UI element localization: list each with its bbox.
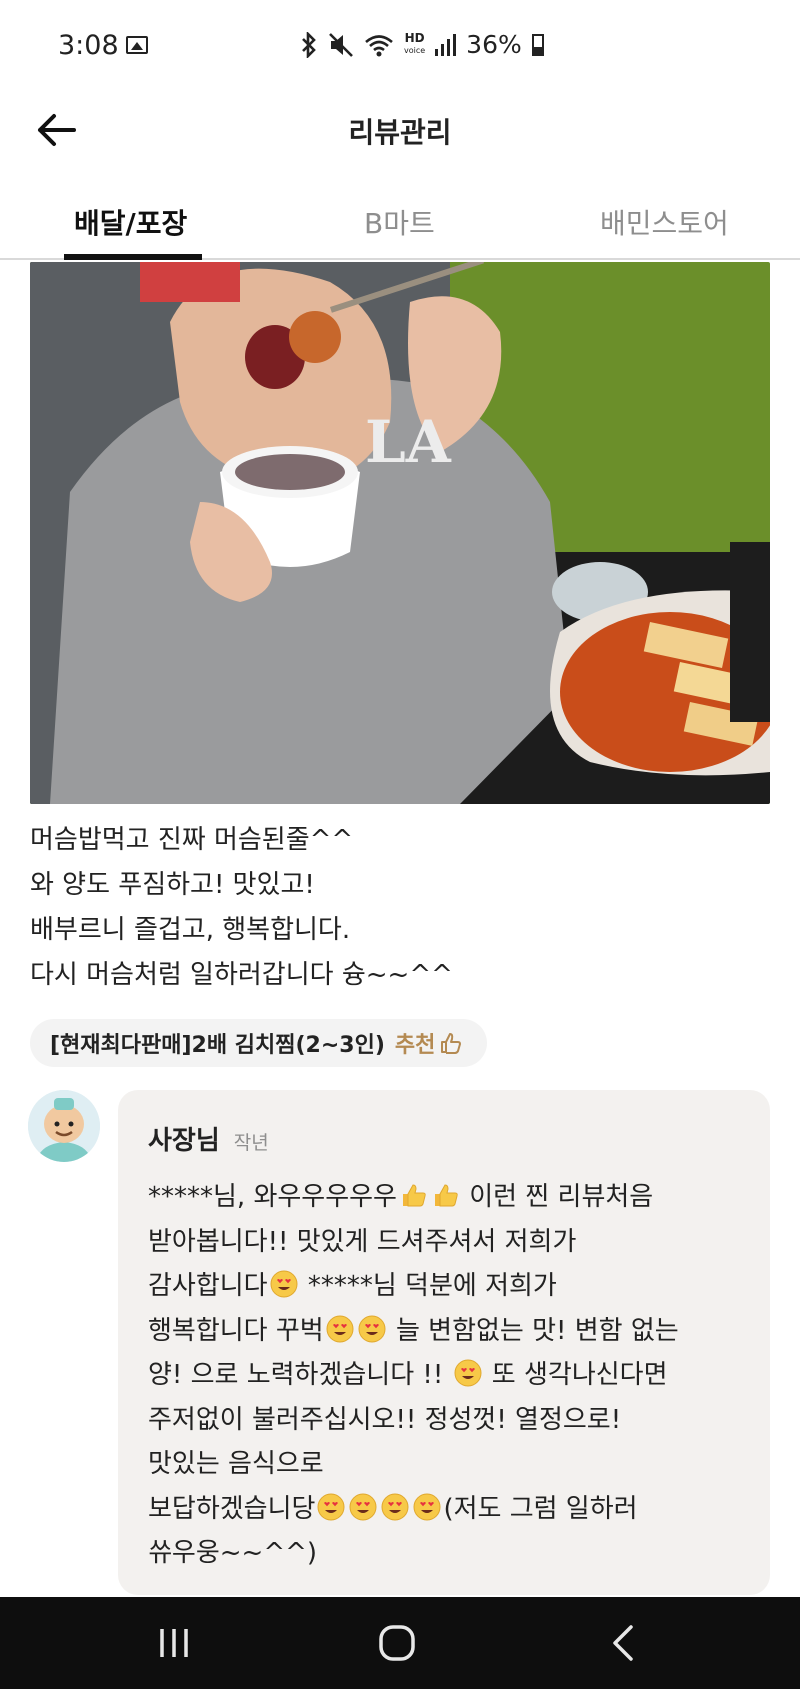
reply-time: 작년 — [233, 1132, 269, 1154]
thumbs-up-emoji-icon — [430, 1180, 460, 1210]
reply-line: 감사합니다 *****님 덕분에 저희가 — [148, 1264, 740, 1309]
reply-text: 양! 으로 노력하겠습니다 !! — [148, 1360, 452, 1390]
reply-line: 행복합니다 꾸벅 늘 변함없는 맛! 변함 없는 — [148, 1309, 740, 1354]
tab-bar: 배달/포장 B마트 배민스토어 — [0, 190, 800, 260]
reply-text: 받아봅니다!! 맛있게 드셔주셔서 저희가 — [148, 1226, 577, 1257]
image-icon — [126, 36, 148, 54]
review-photo-image: LA — [30, 262, 770, 804]
status-icons: HD voice 36% — [300, 30, 544, 59]
reply-line: 받아봅니다!! 맛있게 드셔주셔서 저희가 — [148, 1220, 740, 1265]
reply-line: 맛있는 음식으로 — [148, 1442, 740, 1487]
reply-text: 쓔우웅~~^^) — [148, 1538, 318, 1568]
review-content: 머슴밥먹고 진짜 머슴된줄^^ 와 양도 푸짐하고! 맛있고! 배부르니 즐겁고… — [30, 818, 770, 998]
review-line: 다시 머슴처럼 일하러갑니다 슝~~^^ — [30, 960, 453, 990]
tab-delivery[interactable]: 배달/포장 — [74, 202, 187, 242]
vibrate-mute-icon — [329, 32, 353, 57]
reply-text: 늘 변함없는 맛! 변함 없는 — [387, 1315, 679, 1346]
reply-line: 주저없이 불러주십시오!! 정성껏! 열정으로! — [148, 1398, 740, 1443]
tab-bmart[interactable]: B마트 — [364, 202, 435, 242]
page-title: 리뷰관리 — [348, 116, 452, 149]
reply-text: (저도 그럼 일하러 — [443, 1493, 638, 1524]
hd-voice-badge: HD voice — [404, 31, 426, 56]
review-line: 와 양도 푸짐하고! 맛있고! — [30, 870, 315, 900]
battery-percent: 36% — [466, 30, 522, 59]
battery-icon — [531, 33, 544, 56]
reply-text: 주저없이 불러주십시오!! 정성껏! 열정으로! — [148, 1404, 622, 1435]
recommend-badge: 추천 — [395, 1027, 463, 1059]
review-photo[interactable]: LA — [30, 262, 770, 804]
reply-text: 이런 찐 리뷰처음 — [460, 1182, 654, 1212]
reply-line: 보답하겠습니당 (저도 그럼 일하러 — [148, 1487, 740, 1532]
review-line: 머슴밥먹고 진짜 머슴된줄^^ — [30, 825, 354, 855]
heart-eyes-emoji-icon — [357, 1314, 387, 1344]
reply-line: *****님, 와우우우우우 이런 찐 리뷰처음 — [148, 1175, 740, 1220]
wifi-icon — [365, 34, 393, 56]
heart-eyes-emoji-icon — [348, 1492, 378, 1522]
recommend-label: 추천 — [394, 1033, 436, 1058]
reply-text: *****님, 와우우우우우 — [148, 1182, 397, 1212]
reply-text: 보답하겠습니당 — [148, 1493, 316, 1524]
reply-author: 사장님 — [148, 1126, 220, 1156]
status-bar: 3:08 HD voice 36% — [0, 0, 800, 95]
reply-text: 감사합니다 — [148, 1271, 268, 1301]
thumbs-up-icon — [441, 1033, 462, 1054]
recents-icon[interactable] — [152, 1621, 196, 1665]
heart-eyes-emoji-icon — [316, 1492, 346, 1522]
thumbs-up-emoji-icon — [398, 1180, 428, 1210]
heart-eyes-emoji-icon — [380, 1492, 410, 1522]
app-header: 리뷰관리 — [0, 95, 800, 165]
reply-text: *****님 덕분에 저희가 — [299, 1271, 557, 1301]
owner-avatar — [28, 1090, 100, 1162]
reply-text: 또 생각나신다면 — [483, 1360, 668, 1390]
reply-header: 사장님 작년 — [148, 1120, 740, 1157]
heart-eyes-emoji-icon — [453, 1358, 483, 1388]
reply-text: 행복합니다 꾸벅 — [148, 1315, 324, 1346]
owner-reply: 사장님 작년 *****님, 와우우우우우 이런 찐 리뷰처음 받아봅니다!! … — [118, 1090, 770, 1595]
review-line: 배부르니 즐겁고, 행복합니다. — [30, 915, 351, 945]
hd-sub: voice — [404, 46, 426, 55]
heart-eyes-emoji-icon — [412, 1492, 442, 1522]
tab-baemin-store[interactable]: 배민스토어 — [600, 202, 729, 242]
menu-item-name: [현재최다판매]2배 김치찜(2~3인) — [50, 1033, 385, 1058]
system-nav-bar — [0, 1597, 800, 1689]
svg-text:LA: LA — [365, 408, 452, 476]
heart-eyes-emoji-icon — [269, 1269, 299, 1299]
reply-text: 맛있는 음식으로 — [148, 1449, 324, 1479]
signal-icon — [435, 33, 457, 56]
reply-body: *****님, 와우우우우우 이런 찐 리뷰처음 받아봅니다!! 맛있게 드셔주… — [148, 1175, 740, 1576]
home-icon[interactable] — [375, 1621, 419, 1665]
heart-eyes-emoji-icon — [325, 1314, 355, 1344]
reply-line: 양! 으로 노력하겠습니다 !! 또 생각나신다면 — [148, 1353, 740, 1398]
chevron-left-icon[interactable] — [603, 1621, 647, 1665]
status-time: 3:08 — [58, 30, 119, 61]
menu-item-chip[interactable]: [현재최다판매]2배 김치찜(2~3인) 추천 — [30, 1019, 488, 1067]
active-tab-indicator — [64, 254, 202, 260]
hd-label: HD — [404, 31, 425, 45]
reply-line: 쓔우웅~~^^) — [148, 1531, 740, 1576]
bluetooth-icon — [302, 31, 316, 58]
